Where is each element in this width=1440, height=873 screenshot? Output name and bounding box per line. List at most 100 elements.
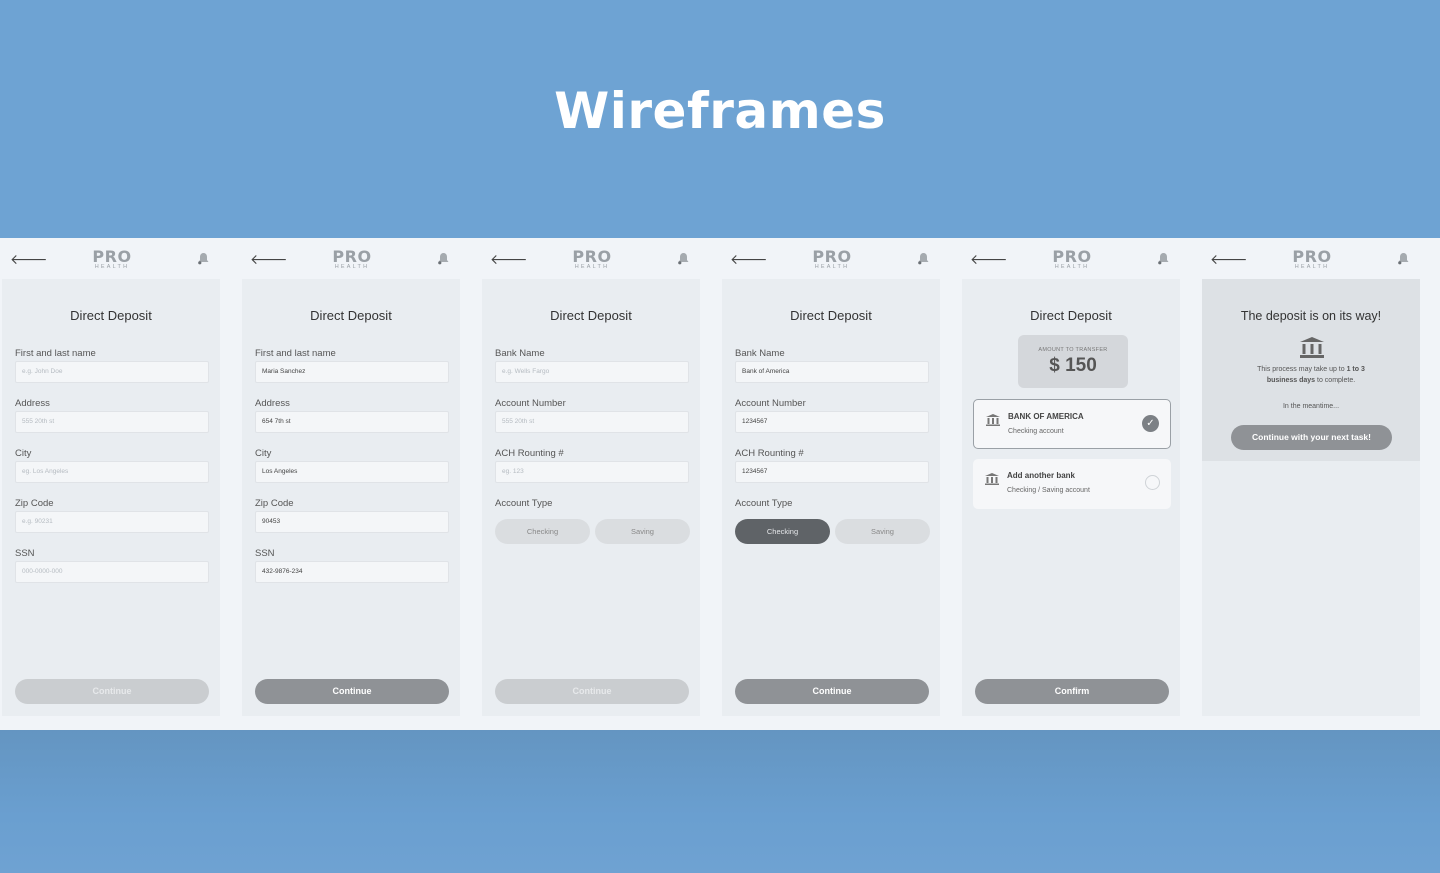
checking-toggle[interactable]: Checking [735, 519, 830, 544]
ach-routing-label: ACH Rounting # [495, 448, 564, 459]
zip-input[interactable]: 90453 [255, 511, 449, 533]
address-label: Address [15, 398, 50, 409]
ach-routing-input[interactable]: eg. 123 [495, 461, 689, 483]
confirm-card: Direct Deposit AMOUNT TO TRANSFER $ 150 … [962, 279, 1180, 716]
bank-account-type: Checking / Saving account [1007, 487, 1090, 494]
continue-button[interactable]: Continue [15, 679, 209, 704]
checking-toggle[interactable]: Checking [495, 519, 590, 544]
top-bar: 🡐 PRO HEALTH [1200, 238, 1420, 279]
confirm-button[interactable]: Confirm [975, 679, 1169, 704]
screen-personal-info-empty: 🡐 PRO HEALTH Direct Deposit First and la… [0, 238, 220, 716]
form-card: Direct Deposit Bank Name Bank of America… [722, 279, 940, 716]
process-text: This process may take up to 1 to 3 busine… [1257, 366, 1365, 384]
screen-personal-info-filled: 🡐 PRO HEALTH Direct Deposit First and la… [240, 238, 460, 716]
address-label: Address [255, 398, 290, 409]
shadow-band [0, 730, 1440, 873]
arrow-left-icon[interactable]: 🡐 [730, 251, 768, 268]
ach-routing-input[interactable]: 1234567 [735, 461, 929, 483]
check-icon: ✓ [1142, 415, 1159, 432]
name-input[interactable]: e.g. John Doe [15, 361, 209, 383]
bank-option-selected[interactable]: BANK OF AMERICA Checking account ✓ [973, 399, 1171, 449]
arrow-left-icon[interactable]: 🡐 [490, 251, 528, 268]
bank-name-input[interactable]: e.g. Wells Fargo [495, 361, 689, 383]
bell-icon[interactable] [1397, 252, 1410, 265]
bell-icon[interactable] [197, 252, 210, 265]
screen-heading: Direct Deposit [70, 308, 152, 323]
radio-icon[interactable] [1145, 475, 1160, 490]
screen-bank-info-empty: 🡐 PRO HEALTH Direct Deposit Bank Name e.… [480, 238, 700, 716]
address-input[interactable]: 555 20th st [15, 411, 209, 433]
bell-icon[interactable] [677, 252, 690, 265]
account-type-label: Account Type [495, 498, 553, 509]
city-input[interactable]: eg. Los Angeles [15, 461, 209, 483]
bank-account-type: Checking account [1008, 428, 1064, 435]
pro-health-logo: PRO HEALTH [1052, 247, 1092, 271]
pro-health-logo: PRO HEALTH [572, 247, 612, 271]
bell-icon[interactable] [1157, 252, 1170, 265]
name-input[interactable]: Maria Sanchez [255, 361, 449, 383]
meantime-text: In the meantime... [1282, 403, 1340, 410]
success-card: The deposit is on its way! This process … [1202, 279, 1420, 716]
screen-confirm-transfer: 🡐 PRO HEALTH Direct Deposit AMOUNT TO TR… [960, 238, 1180, 716]
bank-name: Add another bank [1007, 471, 1076, 480]
name-label: First and last name [255, 348, 336, 359]
ssn-label: SSN [255, 548, 275, 559]
bell-icon[interactable] [917, 252, 930, 265]
zip-label: Zip Code [255, 498, 294, 509]
name-label: First and last name [15, 348, 96, 359]
bank-icon [1300, 337, 1324, 358]
bank-name-label: Bank Name [495, 348, 545, 359]
screen-heading: Direct Deposit [790, 308, 872, 323]
arrow-left-icon[interactable]: 🡐 [970, 251, 1008, 268]
top-bar: 🡐 PRO HEALTH [480, 238, 700, 279]
saving-toggle[interactable]: Saving [835, 519, 930, 544]
bank-name-input[interactable]: Bank of America [735, 361, 929, 383]
arrow-left-icon[interactable]: 🡐 [10, 251, 48, 268]
bank-name: BANK OF AMERICA [1008, 412, 1084, 421]
account-type-label: Account Type [735, 498, 793, 509]
amount-label: AMOUNT TO TRANSFER [1038, 347, 1108, 353]
arrow-left-icon[interactable]: 🡐 [1210, 251, 1248, 268]
screen-success: 🡐 PRO HEALTH The deposit is on its way! … [1200, 238, 1420, 716]
top-bar: 🡐 PRO HEALTH [720, 238, 940, 279]
zip-label: Zip Code [15, 498, 54, 509]
continue-button[interactable]: Continue [735, 679, 929, 704]
screen-heading: Direct Deposit [310, 308, 392, 323]
account-number-input[interactable]: 1234567 [735, 411, 929, 433]
continue-button[interactable]: Continue [255, 679, 449, 704]
bank-name-label: Bank Name [735, 348, 785, 359]
success-title: The deposit is on its way! [1240, 309, 1382, 323]
screen-heading: Direct Deposit [1030, 308, 1112, 323]
account-number-label: Account Number [735, 398, 806, 409]
bell-icon[interactable] [437, 252, 450, 265]
pro-health-logo: PRO HEALTH [1292, 247, 1332, 271]
top-bar: 🡐 PRO HEALTH [0, 238, 220, 279]
continue-button[interactable]: Continue [495, 679, 689, 704]
city-input[interactable]: Los Angeles [255, 461, 449, 483]
add-bank-option[interactable]: Add another bank Checking / Saving accou… [973, 459, 1171, 509]
bank-icon [985, 473, 999, 485]
page-title: Wireframes [554, 82, 886, 140]
ssn-input[interactable]: 000-0000-000 [15, 561, 209, 583]
city-label: City [15, 448, 32, 459]
top-bar: 🡐 PRO HEALTH [960, 238, 1180, 279]
amount-box: AMOUNT TO TRANSFER $ 150 [1018, 335, 1128, 388]
saving-toggle[interactable]: Saving [595, 519, 690, 544]
pro-health-logo: PRO HEALTH [812, 247, 852, 271]
ssn-input[interactable]: 432-9876-234 [255, 561, 449, 583]
top-bar: 🡐 PRO HEALTH [240, 238, 460, 279]
amount-value: $ 150 [1049, 355, 1097, 376]
screen-bank-info-filled: 🡐 PRO HEALTH Direct Deposit Bank Name Ba… [720, 238, 940, 716]
form-card: Direct Deposit First and last name Maria… [242, 279, 460, 716]
arrow-left-icon[interactable]: 🡐 [250, 251, 288, 268]
form-card: Direct Deposit First and last name e.g. … [2, 279, 220, 716]
account-number-input[interactable]: 555 20th st [495, 411, 689, 433]
pro-health-logo: PRO HEALTH [92, 247, 132, 271]
ssn-label: SSN [15, 548, 35, 559]
city-label: City [255, 448, 272, 459]
zip-input[interactable]: e.g. 90231 [15, 511, 209, 533]
screen-heading: Direct Deposit [550, 308, 632, 323]
next-task-button[interactable]: Continue with your next task! [1231, 425, 1392, 450]
account-number-label: Account Number [495, 398, 566, 409]
address-input[interactable]: 654 7th st [255, 411, 449, 433]
